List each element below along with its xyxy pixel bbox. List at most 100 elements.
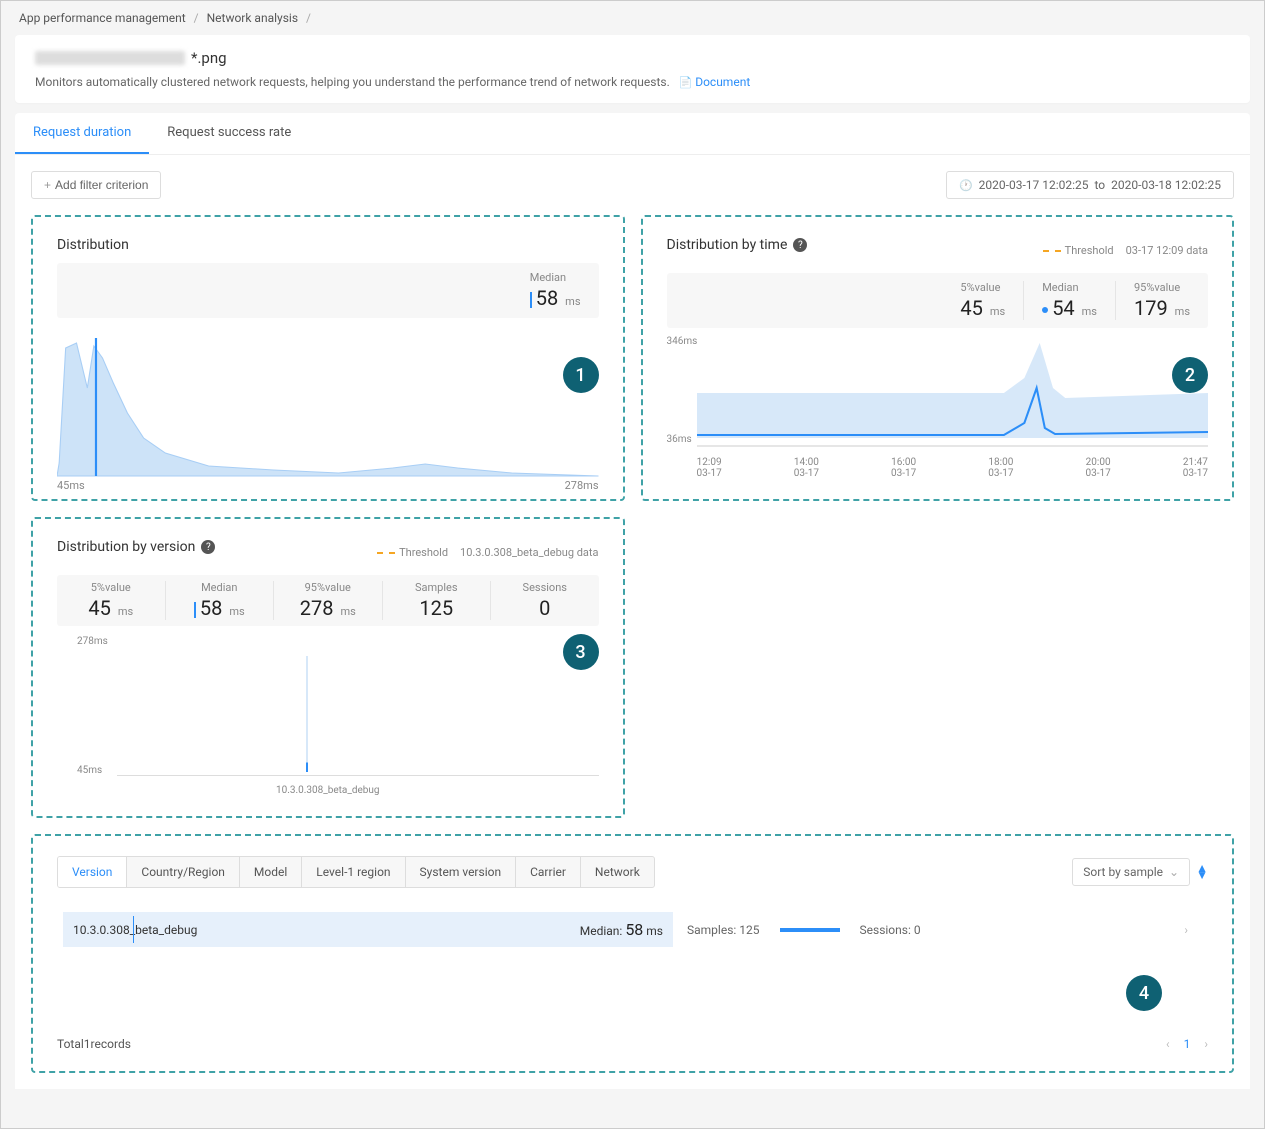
chevron-right-icon[interactable]: › <box>1184 923 1188 937</box>
add-filter-button[interactable]: Add filter criterion <box>31 171 161 199</box>
sort-select[interactable]: Sort by sample <box>1072 858 1190 886</box>
time-range-picker[interactable]: 2020-03-17 12:02:25 to 2020-03-18 12:02:… <box>946 171 1234 199</box>
help-icon[interactable]: ? <box>201 540 215 554</box>
y-tick-bottom: 36ms <box>667 434 692 445</box>
xtick: 21:47 <box>1183 457 1208 468</box>
document-link[interactable]: Document <box>679 75 751 89</box>
panel-title: Distribution by time <box>667 237 788 253</box>
total-records: Total1records <box>57 1037 131 1051</box>
panel-distribution-by-version: Distribution by version ? Threshold 10.3… <box>31 517 625 818</box>
sessions-value: 0 <box>539 596 550 620</box>
median-label: Median <box>184 581 256 594</box>
p5-unit: ms <box>990 305 1005 318</box>
xtick: 18:00 <box>988 457 1013 468</box>
p95-label: 95%value <box>292 581 364 594</box>
p5-label: 5%value <box>960 281 1005 294</box>
p5-label: 5%value <box>75 581 147 594</box>
xtick-sub: 03-17 <box>1183 468 1208 479</box>
pager-next[interactable]: › <box>1204 1037 1208 1051</box>
tab-model[interactable]: Model <box>240 857 302 887</box>
median-value: 54 <box>1052 296 1074 320</box>
time-stats: 5%value 45 ms Median 54 ms 95%value 179 … <box>667 273 1209 328</box>
time-chart: 346ms 36ms <box>667 338 1209 453</box>
datetime-from: 2020-03-17 12:02:25 <box>979 178 1089 192</box>
main-content: Add filter criterion 2020-03-17 12:02:25… <box>15 155 1250 1089</box>
xtick-sub: 03-17 <box>891 468 916 479</box>
tab-carrier[interactable]: Carrier <box>516 857 581 887</box>
page-header: *.png Monitors automatically clustered n… <box>15 35 1250 103</box>
main-tabs: Request duration Request success rate <box>15 113 1250 155</box>
breadcrumb-l1[interactable]: App performance management <box>19 11 186 25</box>
row-version-name: 10.3.0.308_beta_debug <box>73 923 197 937</box>
median-unit: ms <box>1082 305 1097 318</box>
median-label: Median <box>1042 281 1097 294</box>
samples-value: 125 <box>419 596 453 620</box>
threshold-label: Threshold <box>399 546 448 559</box>
median-marker-icon <box>194 602 196 618</box>
samples-label: Samples <box>401 581 473 594</box>
version-chart: 278ms 45ms 10.3.0.308_beta_debug <box>57 636 599 796</box>
x-axis-max: 278ms <box>565 479 599 492</box>
version-x-label: 10.3.0.308_beta_debug <box>276 785 380 796</box>
row-median-value: 58 <box>625 920 643 939</box>
redacted-title <box>35 51 185 65</box>
tab-system-version[interactable]: System version <box>406 857 517 887</box>
distribution-stats: Median 58 ms <box>57 263 599 318</box>
breadcrumb-sep: / <box>306 11 311 25</box>
row-sessions: Sessions: 0 <box>860 923 921 937</box>
y-tick-top: 346ms <box>667 336 698 347</box>
pager-prev[interactable]: ‹ <box>1166 1037 1170 1051</box>
sort-label: Sort by sample <box>1083 865 1163 879</box>
dimension-tabs: Version Country/Region Model Level-1 reg… <box>57 856 655 888</box>
tab-level1-region[interactable]: Level-1 region <box>302 857 405 887</box>
tab-network[interactable]: Network <box>581 857 654 887</box>
page-subtitle: Monitors automatically clustered network… <box>35 75 670 89</box>
threshold-label: Threshold <box>1065 244 1114 257</box>
tab-request-duration[interactable]: Request duration <box>15 113 149 154</box>
selected-data-label: 03-17 12:09 data <box>1126 244 1208 257</box>
sort-direction-toggle[interactable]: ▲▼ <box>1196 865 1208 879</box>
stat-median-label: Median <box>530 271 581 284</box>
median-value: 58 <box>200 596 222 620</box>
version-stats: 5%value 45 ms Median 58 ms 95%value 278 … <box>57 575 599 626</box>
axis-line <box>117 775 599 776</box>
table-row[interactable]: 10.3.0.308_beta_debug Median: 58 ms Samp… <box>57 902 1208 957</box>
samples-bar-icon <box>780 928 840 932</box>
stat-median-value: 58 <box>536 286 558 310</box>
panel-distribution-by-time: Distribution by time ? Threshold 03-17 1… <box>641 215 1235 501</box>
breadcrumb-l2[interactable]: Network analysis <box>207 11 298 25</box>
threshold-legend-icon <box>377 552 395 554</box>
row-median-label: Median: <box>580 924 623 938</box>
callout-badge-3: 3 <box>563 634 599 670</box>
xtick-sub: 03-17 <box>794 468 819 479</box>
row-median-unit: ms <box>646 924 663 938</box>
p95-unit: ms <box>1175 305 1190 318</box>
datetime-to: 2020-03-18 12:02:25 <box>1111 178 1221 192</box>
help-icon[interactable]: ? <box>793 238 807 252</box>
datetime-to-label: to <box>1095 178 1106 192</box>
xtick-sub: 03-17 <box>697 468 722 479</box>
tab-request-success-rate[interactable]: Request success rate <box>149 113 309 154</box>
xtick: 12:09 <box>697 457 722 468</box>
x-axis-min: 45ms <box>57 479 85 492</box>
pager-current[interactable]: 1 <box>1184 1037 1191 1051</box>
pagination: ‹ 1 › <box>1166 1037 1208 1051</box>
p95-value: 278 <box>300 596 334 620</box>
callout-badge-4: 4 <box>1126 975 1162 1011</box>
xtick: 14:00 <box>794 457 819 468</box>
page-title-suffix: *.png <box>191 49 227 67</box>
p95-unit: ms <box>340 605 355 618</box>
median-dot-icon <box>1042 307 1048 313</box>
tab-country-region[interactable]: Country/Region <box>127 857 240 887</box>
stat-median-unit: ms <box>565 295 580 308</box>
tab-version[interactable]: Version <box>58 857 127 887</box>
breadcrumb-sep: / <box>194 11 199 25</box>
median-unit: ms <box>229 605 244 618</box>
row-samples: Samples: 125 <box>687 923 760 937</box>
xtick: 16:00 <box>891 457 916 468</box>
p95-label: 95%value <box>1134 281 1190 294</box>
p5-value: 45 <box>960 296 982 320</box>
y-tick-top: 278ms <box>77 636 108 647</box>
p95-value: 179 <box>1134 296 1168 320</box>
x-axis-ticks: 12:0903-17 14:0003-17 16:0003-17 18:0003… <box>697 457 1209 479</box>
